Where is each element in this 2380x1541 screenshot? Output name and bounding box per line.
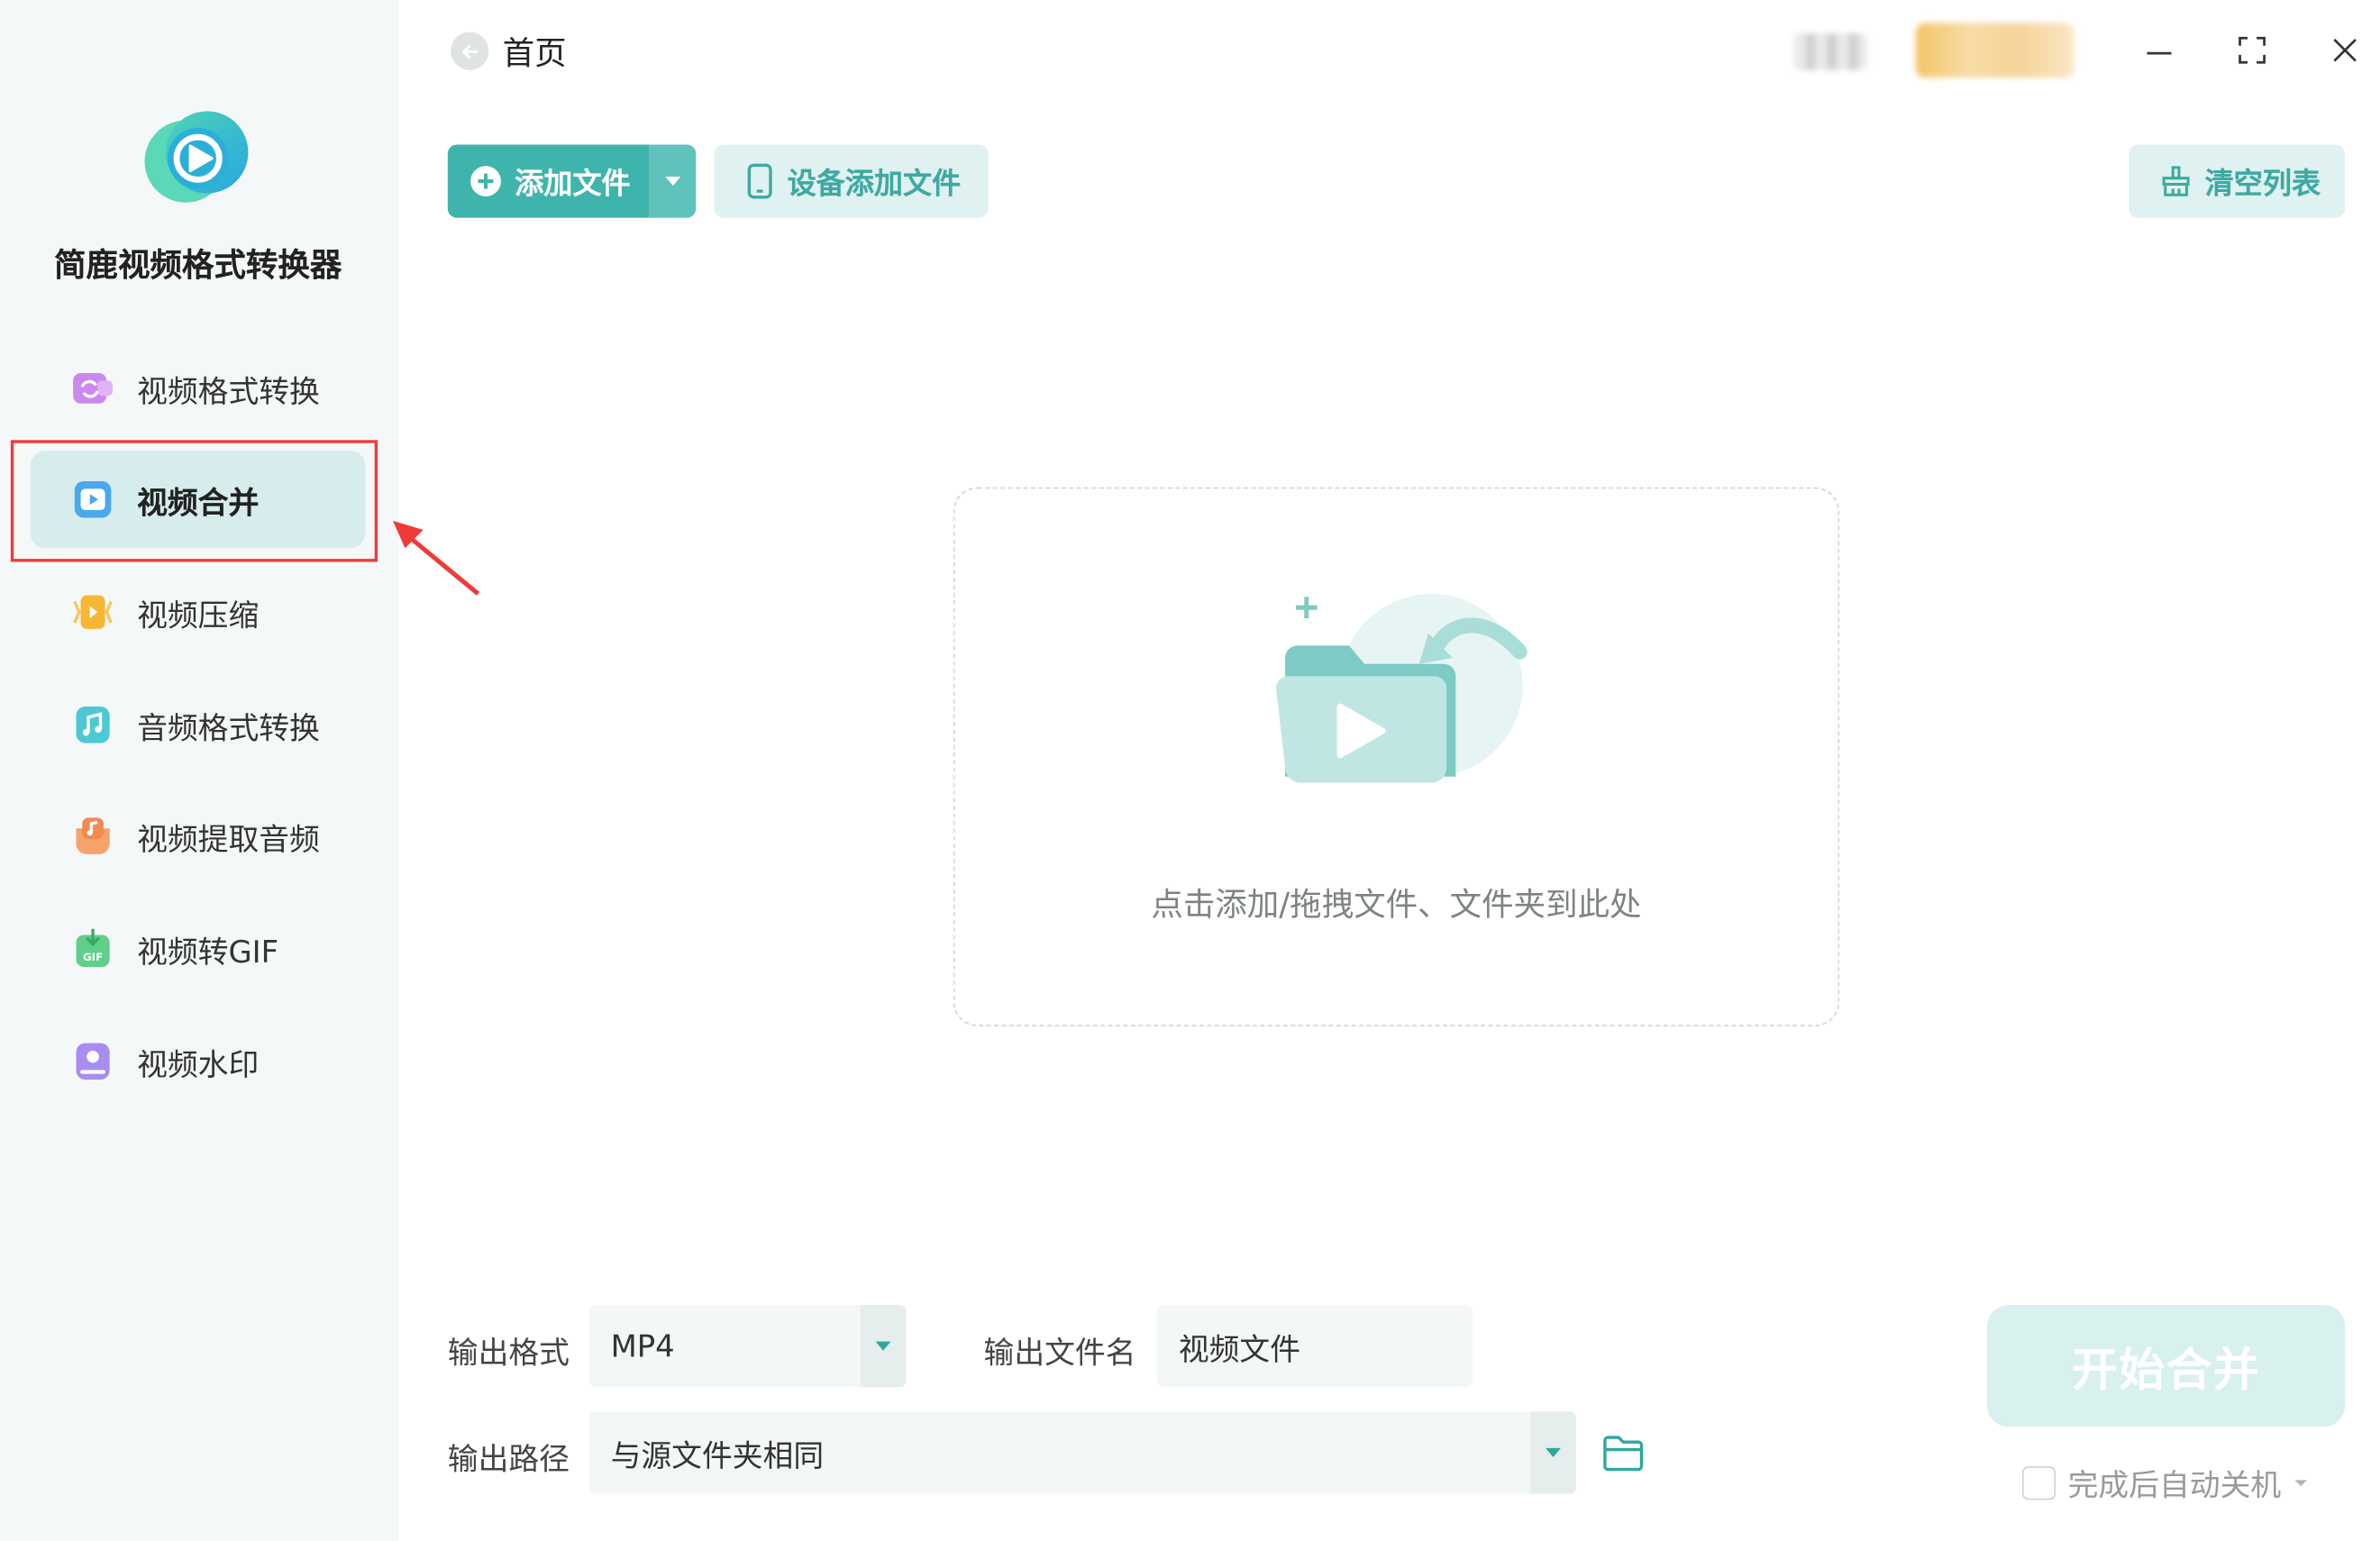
back-button[interactable] [451,32,489,70]
add-file-dropdown[interactable] [648,144,697,218]
video-compress-icon [73,595,113,629]
close-button[interactable] [2322,27,2368,73]
blurred-vip-badge[interactable] [1915,23,2075,78]
sidebar-item-label: 视频合并 [137,483,260,521]
sidebar-item-label: 视频提取音频 [137,819,320,857]
annotation-arrow-icon [392,520,480,596]
arrow-left-icon [461,44,478,59]
output-path-label: 输出路径 [447,1440,570,1478]
app-name: 简鹿视频格式转换器 [53,246,342,284]
sidebar-item-video-convert[interactable]: 视频格式转换 [31,340,366,437]
output-path-value: 与源文件夹相同 [610,1436,825,1473]
format-dropdown-toggle[interactable] [860,1305,907,1388]
caret-down-icon[interactable] [2293,1478,2309,1487]
clear-list-label: 清空列表 [2204,167,2321,201]
device-add-label: 设备添加文件 [787,167,962,201]
sidebar-item-video-merge[interactable]: 视频合并 [30,451,366,549]
output-filename-label: 输出文件名 [983,1334,1136,1371]
path-dropdown-toggle[interactable] [1530,1411,1576,1494]
auto-shutdown-label: 完成后自动关机 [2067,1466,2282,1503]
sidebar-item-audio-convert[interactable]: 音频格式转换 [31,676,366,773]
start-merge-button[interactable]: 开始合并 [1987,1305,2346,1427]
maximize-icon [2239,36,2266,64]
audio-convert-icon [76,707,110,743]
sidebar-item-label: 视频水印 [137,1044,260,1082]
gif-icon: GIF [76,928,110,967]
output-format-label: 输出格式 [447,1334,570,1371]
app-window: 简鹿视频格式转换器 视频格式转换 视频合并 视频压缩 音频格式转换 视频提取音频… [0,0,2380,1541]
caret-down-icon [875,1341,891,1351]
add-file-button[interactable]: 添加文件 [447,144,697,218]
svg-text:GIF: GIF [83,951,103,963]
extract-audio-icon [76,817,110,854]
device-add-file-button[interactable]: 设备添加文件 [714,144,989,218]
sidebar-item-label: 视频格式转换 [137,372,320,409]
phone-icon [747,163,772,199]
folder-open-icon[interactable] [1602,1433,1645,1473]
sidebar-item-video-compress[interactable]: 视频压缩 [31,563,366,661]
output-filename-value: 视频文件 [1178,1329,1301,1367]
minimize-icon [2147,51,2172,55]
app-logo [144,111,249,203]
video-convert-icon [73,372,114,404]
broom-icon [2162,166,2190,196]
sidebar-item-label: 音频格式转换 [137,708,320,746]
blurred-user-info [1793,33,1867,70]
clear-list-button[interactable]: 清空列表 [2129,144,2346,218]
breadcrumb-home[interactable]: 首页 [503,29,567,75]
output-format-select[interactable]: MP4 [588,1305,907,1388]
add-file-main[interactable]: 添加文件 [448,145,649,218]
output-path-select[interactable]: 与源文件夹相同 [588,1411,1576,1494]
auto-shutdown-checkbox[interactable] [2021,1465,2056,1500]
output-filename-input[interactable]: 视频文件 [1157,1305,1473,1388]
sidebar-item-extract-audio[interactable]: 视频提取音频 [31,788,366,885]
output-format-value: MP4 [610,1327,675,1364]
caret-down-icon [1546,1447,1561,1458]
sidebar-item-label: 视频转GIF [137,932,279,970]
caret-down-icon [664,177,680,187]
add-file-label: 添加文件 [515,167,631,201]
sidebar-item-label: 视频压缩 [137,596,260,634]
sidebar-item-video-gif[interactable]: GIF 视频转GIF [31,900,366,998]
sidebar: 简鹿视频格式转换器 视频格式转换 视频合并 视频压缩 音频格式转换 视频提取音频… [0,0,399,1541]
plus-circle-icon [470,166,501,196]
close-icon [2333,38,2357,62]
maximize-button[interactable] [2230,27,2275,73]
watermark-icon [76,1043,110,1080]
minimize-button[interactable] [2137,27,2183,73]
video-merge-icon [74,480,112,518]
auto-shutdown-option[interactable]: 完成后自动关机 [2021,1460,2309,1504]
drop-hint-text: 点击添加/拖拽文件、文件夹到此处 [1151,886,1642,923]
sidebar-item-watermark[interactable]: 视频水印 [31,1013,366,1110]
folder-video-icon [1275,593,1527,783]
